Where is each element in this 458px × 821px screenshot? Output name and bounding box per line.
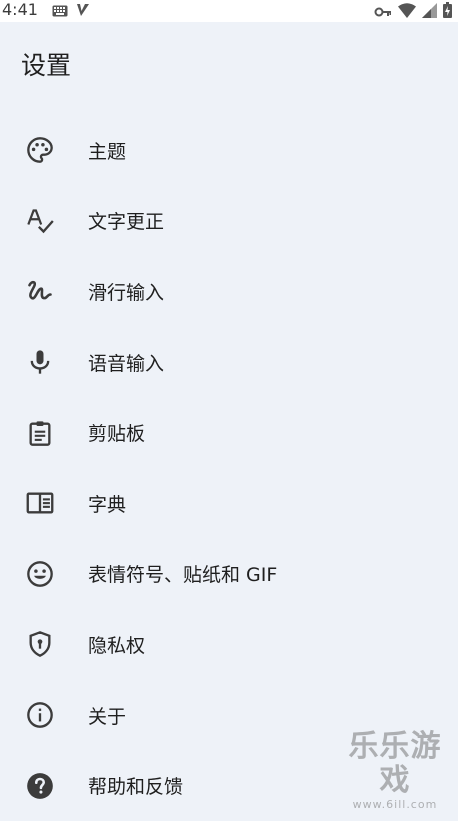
microphone-icon [26, 348, 54, 376]
menu-item-text-correction[interactable]: 文字更正 [0, 186, 458, 257]
menu-item-label: 字典 [88, 493, 127, 516]
menu-item-label: 隐私权 [88, 634, 146, 657]
v-app-icon [76, 2, 90, 21]
menu-item-voice-input[interactable]: 语音输入 [0, 327, 458, 398]
menu-item-label: 表情符号、贴纸和 GIF [88, 564, 278, 587]
status-bar: 4:41 [0, 0, 458, 22]
clipboard-icon [26, 419, 54, 447]
help-icon [26, 772, 54, 800]
spellcheck-icon [26, 207, 54, 235]
info-icon [26, 701, 54, 729]
menu-item-label: 主题 [88, 140, 127, 163]
menu-item-theme[interactable]: 主题 [0, 115, 458, 186]
menu-item-emoji-stickers-gif[interactable]: 表情符号、贴纸和 GIF [0, 539, 458, 610]
signal-icon [422, 2, 437, 22]
wifi-icon [398, 2, 416, 22]
page-title: 设置 [21, 51, 72, 80]
menu-item-label: 文字更正 [88, 211, 165, 234]
status-time: 4:41 [2, 0, 38, 19]
menu-item-privacy[interactable]: 隐私权 [0, 609, 458, 680]
shield-icon [26, 630, 54, 658]
watermark-title: 乐乐游戏 [348, 729, 442, 798]
keyboard-icon [52, 2, 68, 21]
menu-item-label: 剪贴板 [88, 423, 146, 446]
menu-item-label: 语音输入 [88, 352, 165, 375]
vpn-key-icon [374, 3, 392, 22]
dictionary-icon [26, 489, 54, 517]
emoji-icon [26, 560, 54, 588]
menu-item-clipboard[interactable]: 剪贴板 [0, 397, 458, 468]
settings-menu: 主题 文字更正 滑行输入 语音输入 剪贴板 字典 表情符号、贴纸和 GIF 隐私… [0, 115, 458, 821]
watermark: 乐乐游戏 www.6ill.com [336, 730, 454, 812]
menu-item-label: 帮助和反馈 [88, 776, 184, 799]
watermark-url: www.6ill.com [352, 798, 438, 811]
palette-icon [26, 136, 54, 164]
menu-item-glide-typing[interactable]: 滑行输入 [0, 256, 458, 327]
gesture-icon [26, 277, 54, 305]
menu-item-dictionary[interactable]: 字典 [0, 468, 458, 539]
battery-icon [443, 2, 452, 22]
menu-item-label: 关于 [88, 705, 127, 728]
menu-item-label: 滑行输入 [88, 281, 165, 304]
